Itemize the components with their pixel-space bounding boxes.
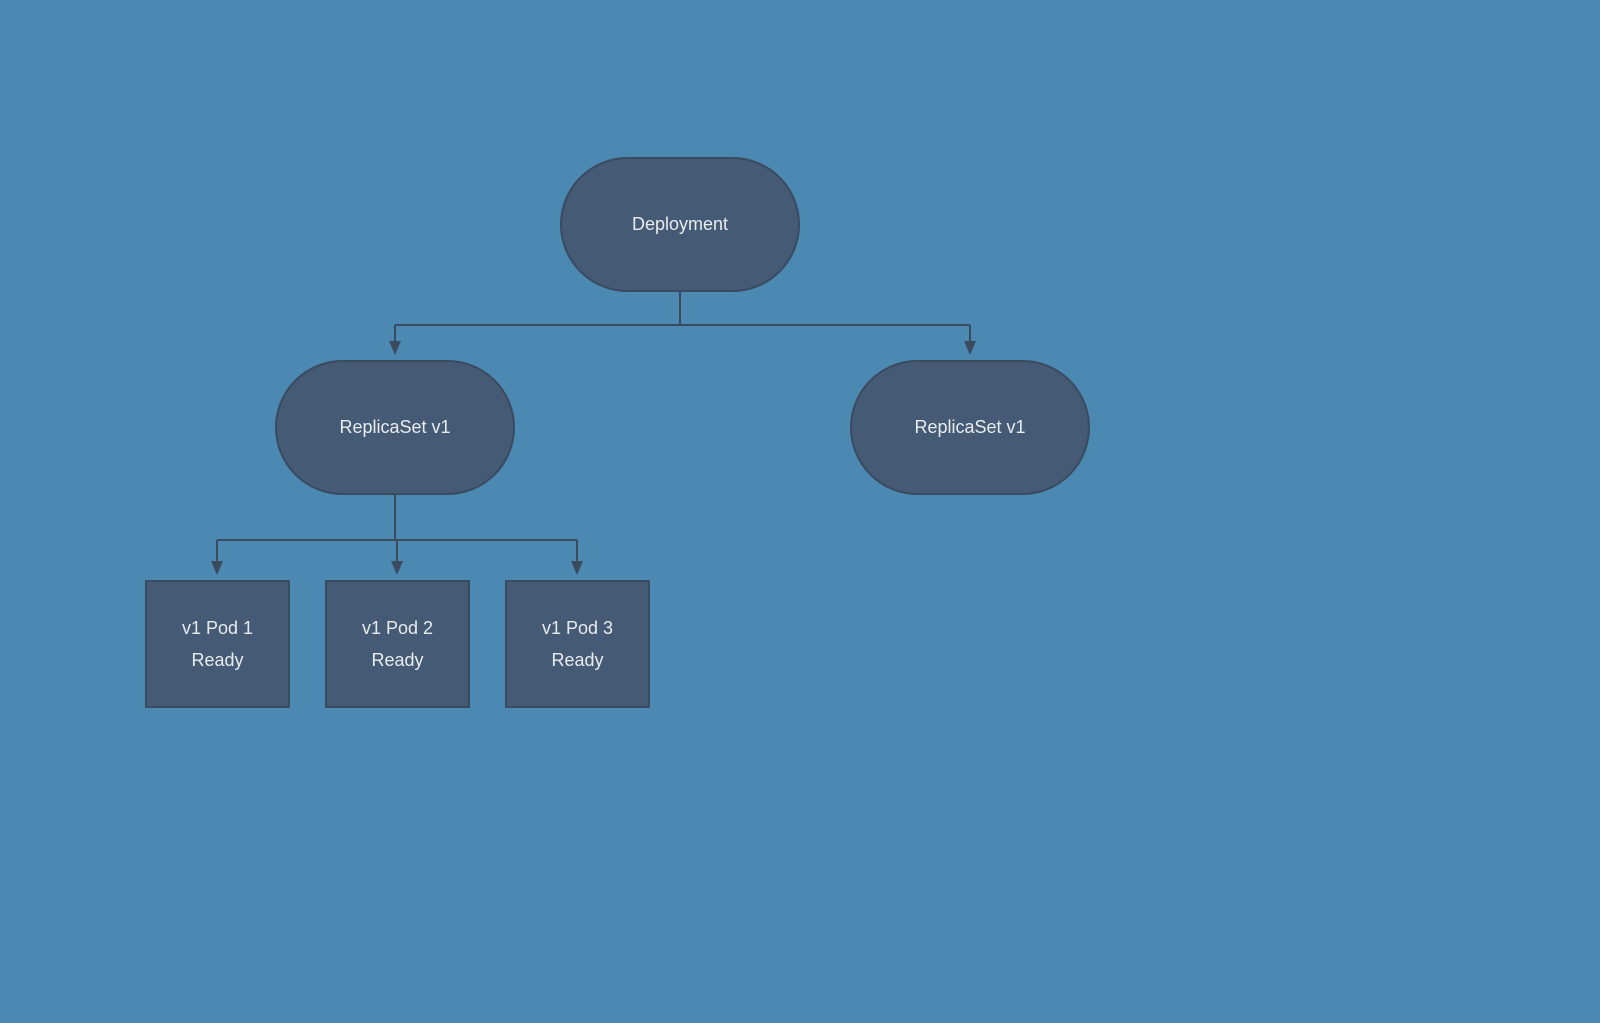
pod2-status: Ready — [371, 644, 423, 676]
pod3-node: v1 Pod 3 Ready — [505, 580, 650, 708]
connector-lines — [0, 0, 1600, 1023]
pod1-node: v1 Pod 1 Ready — [145, 580, 290, 708]
deployment-label: Deployment — [632, 208, 728, 240]
pod3-status: Ready — [551, 644, 603, 676]
replicaset-left-node: ReplicaSet v1 — [275, 360, 515, 495]
pod3-title: v1 Pod 3 — [542, 612, 613, 644]
replicaset-left-label: ReplicaSet v1 — [339, 411, 450, 443]
replicaset-right-node: ReplicaSet v1 — [850, 360, 1090, 495]
pod2-title: v1 Pod 2 — [362, 612, 433, 644]
replicaset-right-label: ReplicaSet v1 — [914, 411, 1025, 443]
pod1-status: Ready — [191, 644, 243, 676]
deployment-node: Deployment — [560, 157, 800, 292]
pod1-title: v1 Pod 1 — [182, 612, 253, 644]
pod2-node: v1 Pod 2 Ready — [325, 580, 470, 708]
